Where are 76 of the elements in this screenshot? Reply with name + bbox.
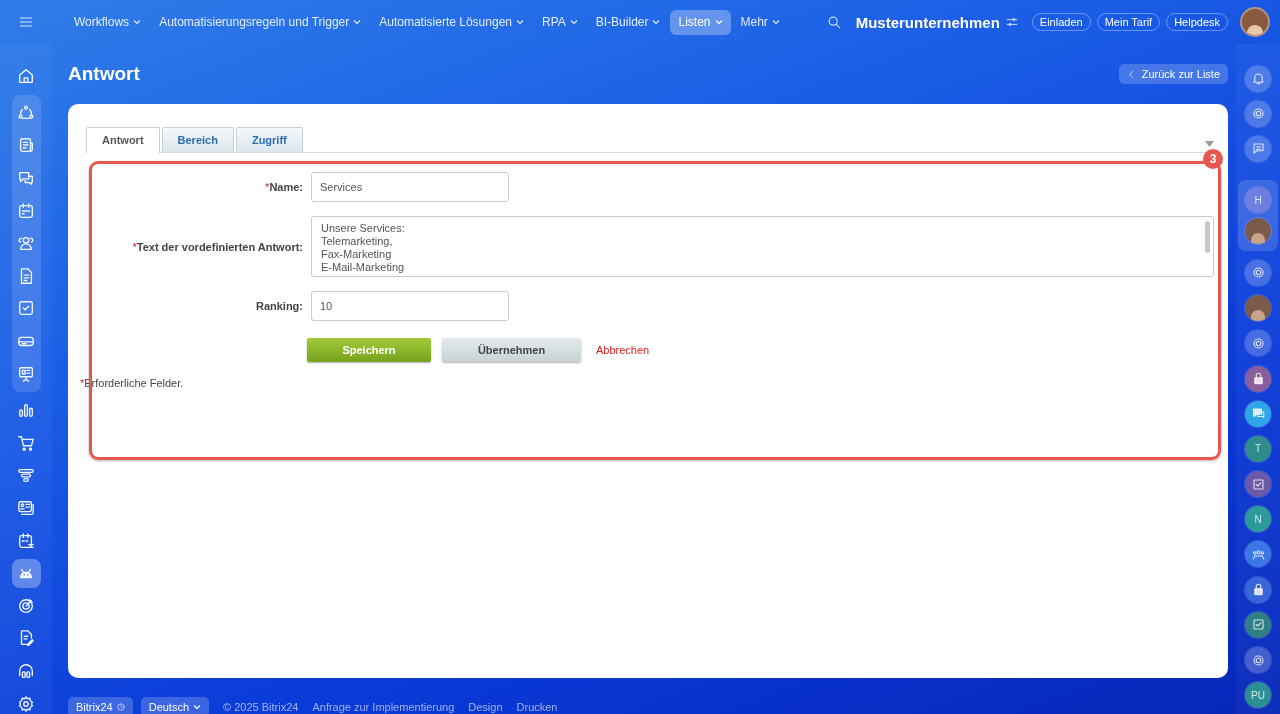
footer-link[interactable]: Design: [468, 701, 503, 713]
nav-menu-item[interactable]: RPA: [534, 9, 586, 35]
clock-icon: [116, 703, 125, 711]
back-button[interactable]: Zurück zur Liste: [1118, 64, 1228, 84]
contact-avatar[interactable]: H: [1245, 187, 1271, 214]
text-field[interactable]: 10: [311, 291, 509, 321]
lock-button[interactable]: [1245, 365, 1271, 392]
brand-button[interactable]: Bitrix24: [68, 697, 133, 714]
text-field[interactable]: Services: [311, 172, 509, 202]
bell-icon: [1250, 71, 1266, 87]
checkbox-icon: [17, 299, 35, 318]
chevron-icon: [714, 19, 723, 25]
company-name[interactable]: Musterunternehmen: [855, 13, 1000, 31]
users-icon: [17, 234, 35, 253]
tab[interactable]: Bereich: [161, 127, 234, 152]
user-avatar[interactable]: [1245, 217, 1271, 244]
tab[interactable]: Zugriff: [235, 127, 303, 152]
group-button[interactable]: [1245, 541, 1271, 568]
field-label: *Text der vordefinierten Antwort:: [131, 240, 303, 253]
nav-menu-item[interactable]: Automatisierte Lösungen: [371, 9, 532, 35]
nav-menu-item[interactable]: Listen: [670, 9, 731, 35]
contact-avatar[interactable]: N: [1245, 506, 1271, 533]
calendar-icon: [17, 201, 35, 220]
chat-icon: [17, 169, 35, 188]
task-button[interactable]: [1245, 611, 1271, 638]
contact-avatar[interactable]: PU: [1245, 682, 1271, 709]
task-icon: [1250, 617, 1266, 633]
settings-sliders-icon: [1005, 16, 1018, 28]
cycle-icon: [17, 103, 35, 122]
chevron-icon: [133, 19, 142, 25]
copyright-text: © 2025 Bitrix24: [223, 701, 299, 713]
cancel-link[interactable]: Abbrechen: [596, 344, 650, 356]
nav-menu-item[interactable]: Mehr: [732, 9, 788, 35]
field-label: Ranking:: [254, 300, 303, 312]
bell-button[interactable]: [1245, 65, 1271, 92]
funnel-icon: [17, 466, 35, 485]
task-icon: [1250, 476, 1266, 492]
news-icon: [17, 136, 35, 155]
step-number: 3: [1203, 149, 1223, 169]
field-label: *Name:: [264, 181, 303, 193]
headset-icon: [17, 662, 35, 680]
cart-icon: [17, 433, 35, 452]
chevron-icon: [193, 704, 202, 710]
page-title: Antwort: [68, 63, 140, 85]
nav-menu-item[interactable]: BI-Builder: [587, 9, 669, 35]
save-button[interactable]: Speichern: [307, 338, 431, 362]
chevron-icon: [771, 19, 780, 25]
nav-menu-item[interactable]: Workflows: [66, 9, 150, 35]
chevron-icon: [569, 19, 578, 25]
chevron-icon: [353, 19, 362, 25]
dropdown-arrow-icon[interactable]: [1205, 141, 1214, 147]
home-icon: [17, 67, 35, 86]
sidebar-item[interactable]: [11, 558, 41, 588]
footer-link[interactable]: Drucken: [516, 701, 558, 713]
target-icon: [17, 596, 35, 615]
calendar-list-icon: [17, 531, 35, 550]
scrollbar-thumb[interactable]: [1205, 221, 1210, 253]
presentation-icon: [17, 364, 35, 383]
chat-button[interactable]: [1245, 400, 1271, 427]
user-avatar[interactable]: [1240, 7, 1270, 37]
chevron-left-icon: [1126, 69, 1136, 79]
apply-button[interactable]: Übernehmen: [442, 338, 581, 362]
footer-link[interactable]: Anfrage zur Implementierung: [312, 701, 455, 713]
settings-icon: [17, 694, 35, 713]
nav-menu-item[interactable]: Automatisierungsregeln und Trigger: [151, 9, 370, 35]
tab[interactable]: Antwort: [86, 127, 160, 153]
task-button[interactable]: [1245, 471, 1271, 498]
chevron-icon: [652, 19, 661, 25]
bar-chart-icon: [17, 401, 35, 420]
text-area[interactable]: Unsere Services: Telemarketing, Fax-Marketing E-Mail-Marketing: [311, 216, 1214, 277]
lock-button[interactable]: [1245, 576, 1271, 603]
contact-avatar[interactable]: T: [1245, 435, 1271, 462]
chevron-icon: [516, 19, 524, 25]
language-selector[interactable]: Deutsch: [140, 697, 210, 714]
contact-card-icon: [17, 499, 35, 517]
user-avatar[interactable]: [1245, 295, 1271, 322]
